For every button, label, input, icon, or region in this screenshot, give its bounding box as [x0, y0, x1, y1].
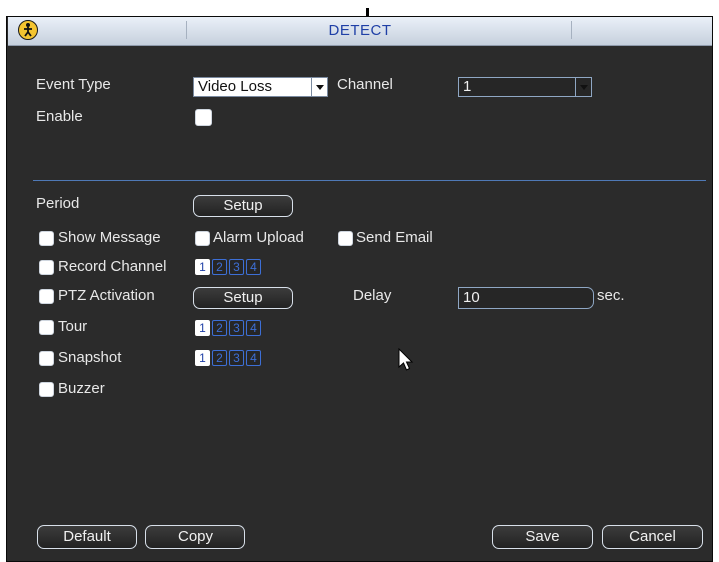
- cancel-button[interactable]: Cancel: [602, 525, 703, 549]
- record-channel-4[interactable]: 4: [246, 259, 261, 275]
- save-button[interactable]: Save: [492, 525, 593, 549]
- record-channel-2[interactable]: 2: [212, 259, 227, 275]
- snapshot-label: Snapshot: [58, 349, 122, 366]
- tour-channel-3[interactable]: 3: [229, 320, 244, 336]
- snapshot-channel-2[interactable]: 2: [212, 350, 227, 366]
- screen: DETECT Event Type Video Loss Channel 1 E…: [0, 0, 719, 562]
- tour-channel-selector: 1234: [195, 320, 261, 336]
- tour-channel-4[interactable]: 4: [246, 320, 261, 336]
- record-channel-1[interactable]: 1: [195, 259, 210, 275]
- record-channel-checkbox[interactable]: [39, 260, 54, 275]
- record-channel-selector: 1234: [195, 259, 261, 275]
- window-title: DETECT: [328, 22, 392, 39]
- send-email-label: Send Email: [356, 229, 433, 246]
- channel-dropdown[interactable]: 1: [458, 77, 592, 97]
- period-label: Period: [36, 195, 80, 212]
- record-channel-label: Record Channel: [58, 258, 167, 275]
- event-type-label: Event Type: [36, 76, 111, 93]
- delay-input[interactable]: 10: [458, 287, 594, 309]
- enable-checkbox[interactable]: [195, 109, 212, 126]
- snapshot-channel-1[interactable]: 1: [195, 350, 210, 366]
- send-email-checkbox[interactable]: [338, 231, 353, 246]
- record-channel-3[interactable]: 3: [229, 259, 244, 275]
- title-bar: DETECT: [8, 17, 712, 46]
- ptz-setup-button[interactable]: Setup: [193, 287, 293, 309]
- delay-unit: sec.: [597, 287, 625, 304]
- buzzer-checkbox[interactable]: [39, 382, 54, 397]
- chevron-down-icon[interactable]: [311, 78, 327, 96]
- period-setup-button[interactable]: Setup: [193, 195, 293, 217]
- mouse-pointer-icon: [398, 348, 414, 371]
- channel-value: 1: [463, 78, 472, 95]
- tour-label: Tour: [58, 318, 88, 335]
- alarm-upload-checkbox[interactable]: [195, 231, 210, 246]
- tick-mark: [366, 8, 369, 16]
- section-divider: [33, 180, 706, 181]
- default-button[interactable]: Default: [37, 525, 137, 549]
- chevron-down-icon[interactable]: [575, 78, 591, 96]
- enable-label: Enable: [36, 108, 83, 125]
- buzzer-label: Buzzer: [58, 380, 105, 397]
- snapshot-channel-3[interactable]: 3: [229, 350, 244, 366]
- tour-channel-2[interactable]: 2: [212, 320, 227, 336]
- delay-label: Delay: [353, 287, 392, 304]
- tour-checkbox[interactable]: [39, 320, 54, 335]
- show-message-checkbox[interactable]: [39, 231, 54, 246]
- alarm-upload-label: Alarm Upload: [213, 229, 304, 246]
- event-type-dropdown[interactable]: Video Loss: [193, 77, 328, 97]
- copy-button[interactable]: Copy: [145, 525, 245, 549]
- ptz-activation-label: PTZ Activation: [58, 287, 155, 304]
- snapshot-channel-4[interactable]: 4: [246, 350, 261, 366]
- tour-channel-1[interactable]: 1: [195, 320, 210, 336]
- channel-label: Channel: [337, 76, 393, 93]
- snapshot-checkbox[interactable]: [39, 351, 54, 366]
- event-type-value: Video Loss: [198, 78, 272, 95]
- ptz-activation-checkbox[interactable]: [39, 289, 54, 304]
- show-message-label: Show Message: [58, 229, 161, 246]
- snapshot-channel-selector: 1234: [195, 350, 261, 366]
